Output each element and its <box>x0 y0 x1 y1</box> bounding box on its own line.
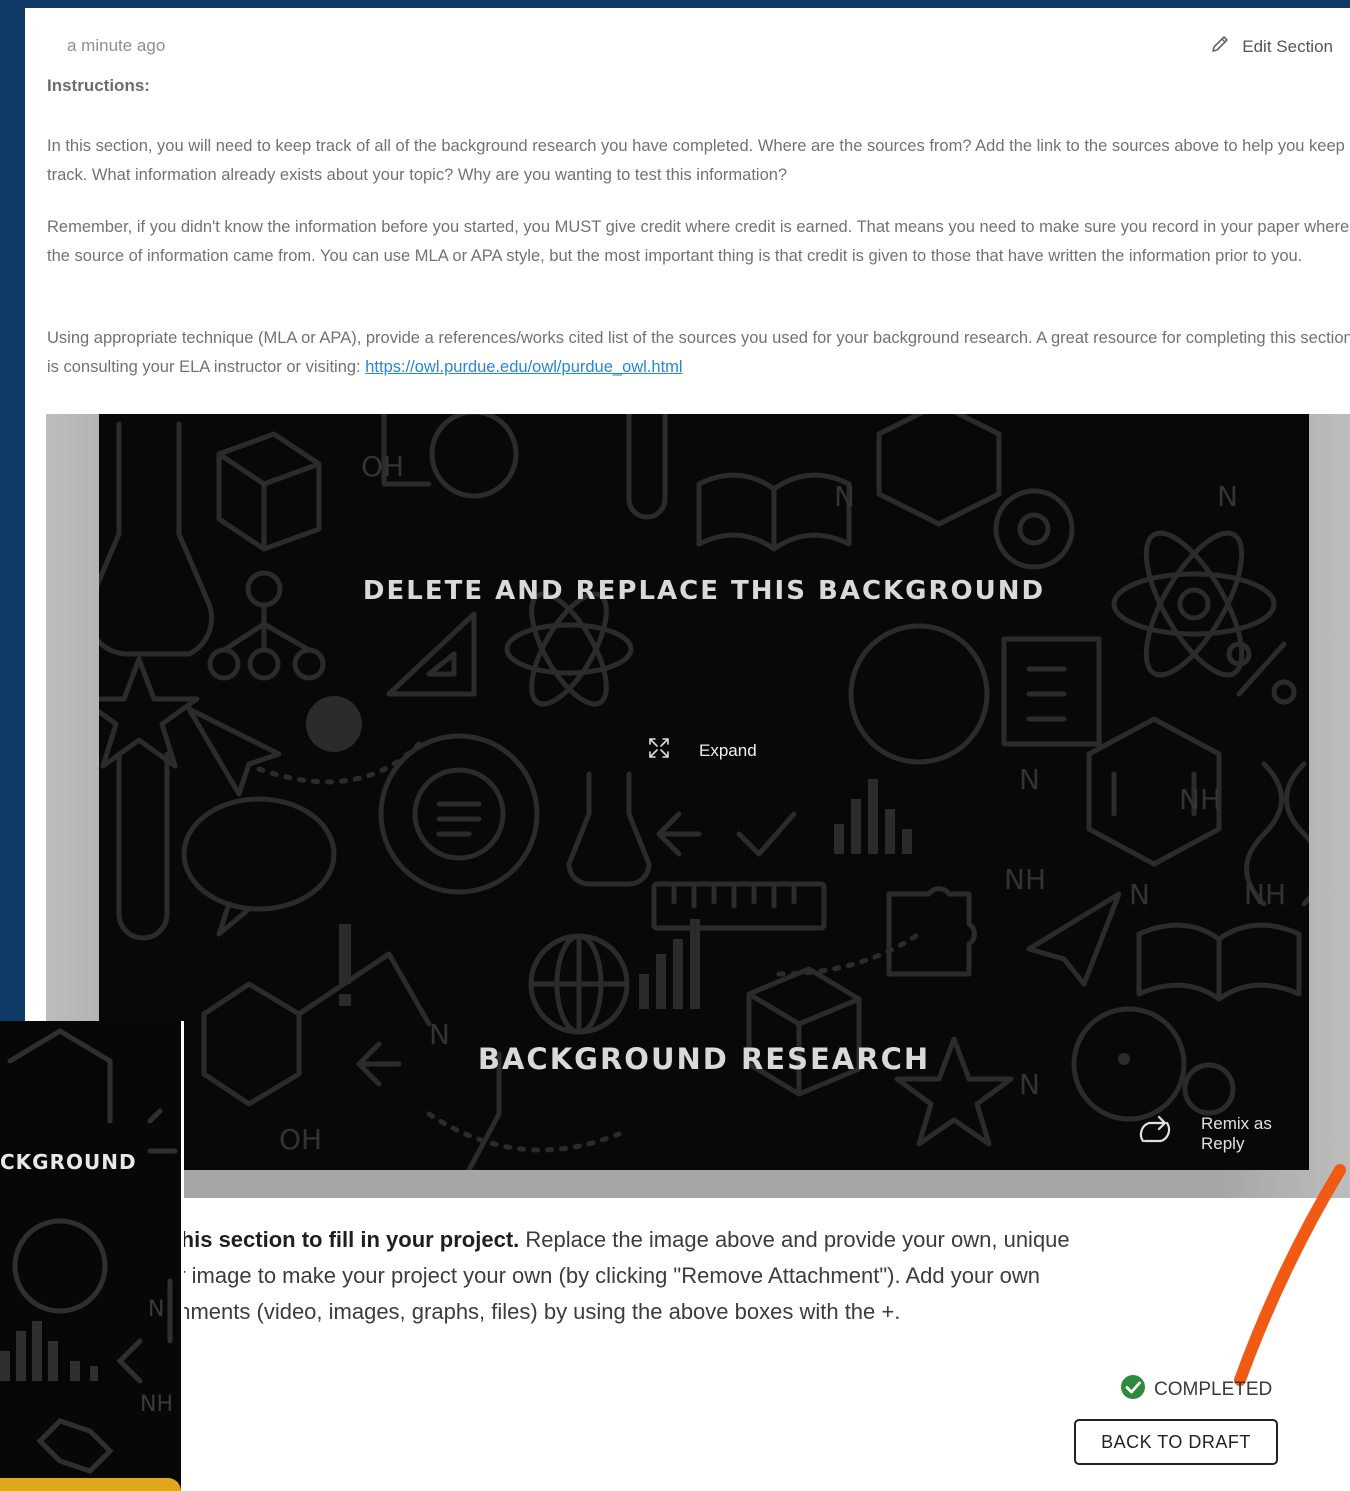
help-text: e this section to fill in your project. … <box>155 1222 1205 1330</box>
instructions-paragraph-3-text: Using appropriate technique (MLA or APA)… <box>47 329 1350 376</box>
edit-section-label: Edit Section <box>1242 36 1333 56</box>
svg-text:NH: NH <box>140 1392 173 1417</box>
edit-section-button[interactable]: Edit Section <box>1210 34 1333 59</box>
remix-icon <box>1135 1115 1175 1154</box>
instructions-paragraph-2: Remember, if you didn't know the informa… <box>47 218 1350 265</box>
thumbnail-overlay: N NH <box>0 1021 184 1491</box>
top-bar <box>0 0 1350 8</box>
pencil-icon <box>1210 34 1230 59</box>
back-to-draft-button[interactable]: BACK TO DRAFT <box>1074 1419 1278 1465</box>
annotation-arrow <box>1234 1164 1346 1386</box>
thumbnail-label: CKGROUND <box>0 1150 137 1174</box>
check-circle-icon <box>1120 1374 1146 1406</box>
help-text-line-3: achments (video, images, graphs, files) … <box>155 1299 901 1324</box>
help-text-line-2: ver image to make your project your own … <box>155 1263 1041 1288</box>
chem-label: N <box>1019 763 1040 796</box>
svg-text:N: N <box>148 1297 164 1322</box>
attachment-title-bottom: BACKGROUND RESEARCH <box>477 1042 931 1076</box>
attachment-image[interactable]: OH N N NH NH N NH N OH N N DELETE AND RE… <box>99 414 1309 1170</box>
expand-label: Expand <box>699 740 757 760</box>
attachment-title-top: DELETE AND REPLACE THIS BACKGROUND <box>362 576 1046 606</box>
chem-label: N <box>1217 480 1238 513</box>
status-label: COMPLETED <box>1154 1379 1273 1400</box>
thumbnail-accent <box>0 1478 181 1491</box>
purdue-owl-link[interactable]: https://owl.purdue.edu/owl/purdue_owl.ht… <box>365 358 682 376</box>
instructions-paragraph-1: In this section, you will need to keep t… <box>47 137 1345 184</box>
chem-label: NH <box>1244 878 1286 911</box>
thumbnail-pattern: N NH <box>0 1028 178 1474</box>
chem-label: OH <box>361 450 404 483</box>
timestamp: a minute ago <box>67 36 166 55</box>
expand-icon <box>647 736 671 765</box>
help-text-line-1: Replace the image above and provide your… <box>519 1227 1070 1252</box>
expand-button[interactable]: Expand <box>647 736 757 765</box>
chem-label: N <box>834 480 855 513</box>
help-text-bold: e this section to fill in your project. <box>155 1227 520 1252</box>
chem-label: OH <box>279 1123 322 1156</box>
instructions-heading: Instructions: <box>47 76 150 95</box>
chem-label: N <box>1129 878 1150 911</box>
status-indicator: COMPLETED <box>1120 1374 1272 1406</box>
chem-label: NH <box>1179 783 1221 816</box>
instructions-paragraph-3: Using appropriate technique (MLA or APA)… <box>47 324 1350 382</box>
chem-label: NH <box>1004 863 1046 896</box>
